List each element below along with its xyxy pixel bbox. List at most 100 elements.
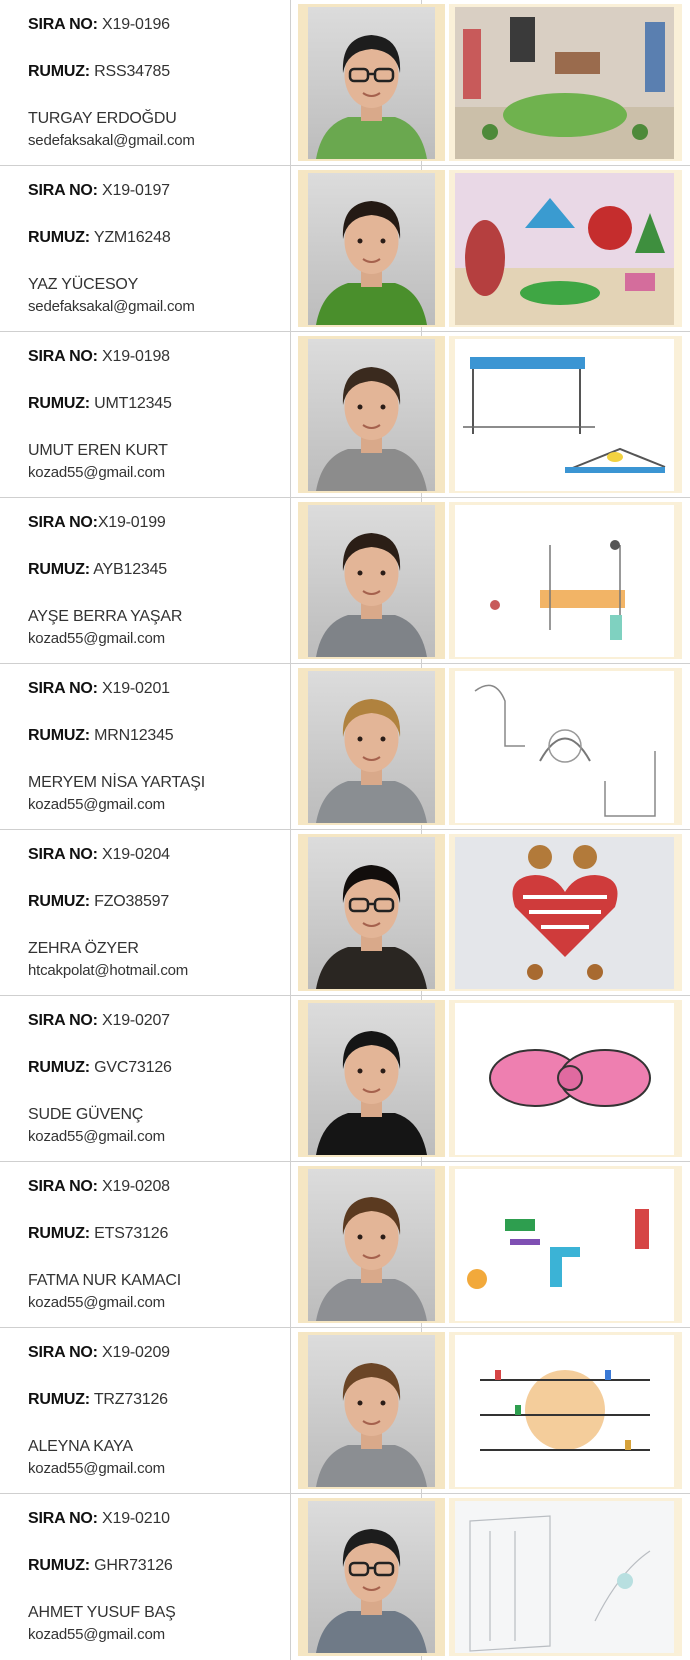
rumuz-label: RUMUZ: [28,395,90,412]
column-divider [290,498,291,663]
column-divider [290,1494,291,1660]
column-divider [290,830,291,995]
sira-no-line: SIRA NO: X19-0208 [28,1176,288,1198]
contact-email: kozad55@gmail.com [28,796,165,813]
student-name: AHMET YUSUF BAŞ [28,1604,176,1621]
sira-no-label: SIRA NO: [28,846,98,863]
drawing-image [455,7,674,159]
sira-no-line: SIRA NO: X19-0201 [28,678,288,700]
student-photo [308,837,435,989]
contact-email: kozad55@gmail.com [28,1626,165,1643]
sira-no-line: SIRA NO: X19-0196 [28,14,288,36]
student-name: AYŞE BERRA YAŞAR [28,608,183,625]
sira-no-line: SIRA NO: X19-0198 [28,346,288,368]
rumuz-value: FZO38597 [89,893,170,910]
sira-no-value: X19-0198 [97,348,170,365]
entry-row: SIRA NO: X19-0204 RUMUZ: FZO38597 ZEHRA … [0,830,690,996]
student-name: MERYEM NİSA YARTAŞI [28,774,205,791]
sira-no-line: SIRA NO: X19-0210 [28,1508,288,1530]
portrait-image [308,339,435,491]
student-name: ALEYNA KAYA [28,1438,133,1455]
rumuz-label: RUMUZ: [28,727,90,744]
drawing-cell [449,336,682,493]
portrait-image [308,1501,435,1653]
student-drawing [455,1169,674,1321]
column-divider [290,1328,291,1493]
sira-no-value: X19-0210 [97,1510,170,1527]
drawing-cell [449,668,682,825]
student-photo [308,671,435,823]
rumuz-value: GVC73126 [89,1059,172,1076]
sira-no-label: SIRA NO: [28,16,98,33]
student-drawing [455,505,674,657]
student-drawing [455,1003,674,1155]
column-divider [290,166,291,331]
drawing-cell [449,834,682,991]
rumuz-value: ETS73126 [89,1225,169,1242]
student-photo [308,505,435,657]
student-name: FATMA NUR KAMACI [28,1272,181,1289]
entries-table: SIRA NO: X19-0196 RUMUZ: RSS34785 TURGAY… [0,0,690,1660]
entry-row: SIRA NO: X19-0196 RUMUZ: RSS34785 TURGAY… [0,0,690,166]
entry-row: SIRA NO:X19-0199 RUMUZ: AYB12345 AYŞE BE… [0,498,690,664]
column-divider [290,0,291,165]
rumuz-line: RUMUZ: UMT12345 [28,393,288,415]
rumuz-label: RUMUZ: [28,1557,90,1574]
student-name: UMUT EREN KURT [28,442,168,459]
contact-email: kozad55@gmail.com [28,464,165,481]
drawing-cell [449,4,682,161]
rumuz-line: RUMUZ: AYB12345 [28,559,288,581]
column-divider [290,996,291,1161]
entry-info: SIRA NO: X19-0196 RUMUZ: RSS34785 TURGAY… [28,14,288,152]
portrait-image [308,1003,435,1155]
rumuz-label: RUMUZ: [28,1225,90,1242]
portrait-image [308,1335,435,1487]
rumuz-value: GHR73126 [89,1557,173,1574]
entry-row: SIRA NO: X19-0210 RUMUZ: GHR73126 AHMET … [0,1494,690,1660]
contact-email: sedefaksakal@gmail.com [28,298,195,315]
entry-info: SIRA NO: X19-0209 RUMUZ: TRZ73126 ALEYNA… [28,1342,288,1480]
contact-email: kozad55@gmail.com [28,1128,165,1145]
student-drawing [455,173,674,325]
rumuz-value: AYB12345 [89,561,167,578]
sira-no-label: SIRA NO: [28,1510,98,1527]
student-name: ZEHRA ÖZYER [28,940,139,957]
drawing-image [455,1335,674,1487]
rumuz-line: RUMUZ: GHR73126 [28,1555,288,1577]
student-photo [308,7,435,159]
portrait-image [308,173,435,325]
portrait-image [308,1169,435,1321]
rumuz-value: UMT12345 [89,395,172,412]
sira-no-value: X19-0209 [97,1344,170,1361]
student-name: YAZ YÜCESOY [28,276,139,293]
drawing-image [455,173,674,325]
student-drawing [455,339,674,491]
sira-no-line: SIRA NO: X19-0197 [28,180,288,202]
sira-no-line: SIRA NO: X19-0204 [28,844,288,866]
contact-email: htcakpolat@hotmail.com [28,962,189,979]
sira-no-value: X19-0208 [97,1178,170,1195]
student-name: TURGAY ERDOĞDU [28,110,177,127]
photo-cell [298,1000,445,1157]
rumuz-line: RUMUZ: GVC73126 [28,1057,288,1079]
sira-no-label: SIRA NO: [28,348,98,365]
entry-info: SIRA NO: X19-0210 RUMUZ: GHR73126 AHMET … [28,1508,288,1646]
rumuz-label: RUMUZ: [28,893,90,910]
rumuz-label: RUMUZ: [28,561,90,578]
sira-no-label: SIRA NO: [28,182,98,199]
column-divider [290,664,291,829]
photo-cell [298,668,445,825]
sira-no-label: SIRA NO: [28,680,98,697]
drawing-image [455,671,674,823]
rumuz-line: RUMUZ: TRZ73126 [28,1389,288,1411]
rumuz-line: RUMUZ: FZO38597 [28,891,288,913]
rumuz-line: RUMUZ: RSS34785 [28,61,288,83]
sira-no-label: SIRA NO: [28,1012,98,1029]
rumuz-line: RUMUZ: ETS73126 [28,1223,288,1245]
sira-no-line: SIRA NO: X19-0209 [28,1342,288,1364]
entry-row: SIRA NO: X19-0201 RUMUZ: MRN12345 MERYEM… [0,664,690,830]
rumuz-line: RUMUZ: YZM16248 [28,227,288,249]
contact-email: kozad55@gmail.com [28,1294,165,1311]
sira-no-value: X19-0197 [97,182,170,199]
rumuz-label: RUMUZ: [28,1391,90,1408]
